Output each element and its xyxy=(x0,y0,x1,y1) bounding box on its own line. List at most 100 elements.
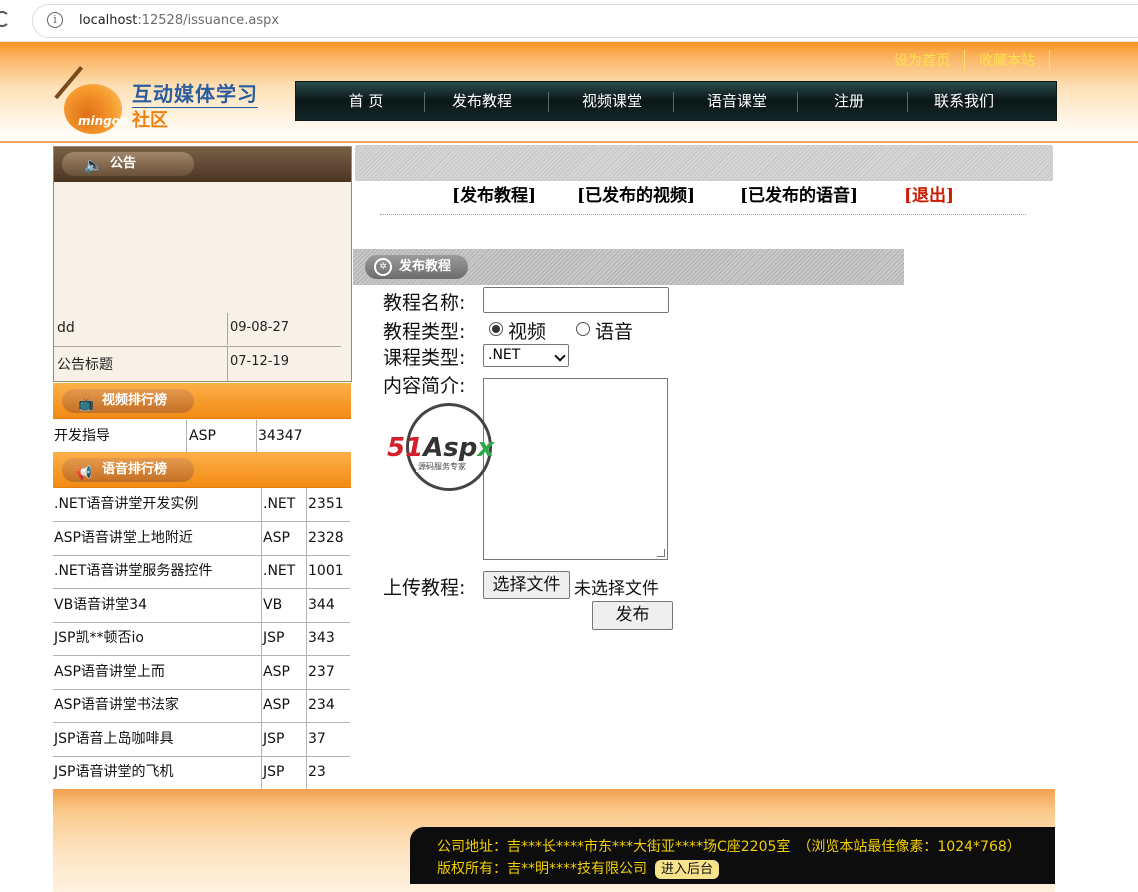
rank-name[interactable]: JSP语音讲堂的飞机 xyxy=(53,756,262,789)
publish-button[interactable]: 发布 xyxy=(592,601,673,630)
audio-rank-row[interactable]: VB语音讲堂34 VB 344 xyxy=(53,588,350,623)
nav-home[interactable]: 首 页 xyxy=(316,82,416,120)
audio-rank-header: 📢 语音排行榜 xyxy=(53,452,351,488)
audio-rank-title: 语音排行榜 xyxy=(102,462,168,477)
rank-type: .NET xyxy=(262,488,307,521)
logo-subtitle: 社区 xyxy=(132,110,168,131)
rank-name[interactable]: .NET语音讲堂服务器控件 xyxy=(53,555,262,588)
notice-item-title[interactable]: 公告标题 xyxy=(57,354,113,374)
publish-section-header: ✲ 发布教程 xyxy=(353,249,904,285)
nav-video-class[interactable]: 视频课堂 xyxy=(554,82,670,120)
nav-separator xyxy=(797,92,798,112)
speaker-icon: 🔈 xyxy=(84,156,103,174)
course-type-select[interactable]: .NET xyxy=(483,344,569,367)
url-host: localhost xyxy=(79,13,138,28)
notice-header: 🔈 公告 xyxy=(54,147,351,182)
info-icon[interactable]: i xyxy=(47,12,63,28)
rank-name[interactable]: ASP语音讲堂上而 xyxy=(53,655,262,689)
course-type-value: .NET xyxy=(488,347,521,363)
radio-video-label[interactable]: 视频 xyxy=(508,317,546,344)
audio-rank-row[interactable]: ASP语音讲堂上而 ASP 237 xyxy=(53,655,350,690)
footer-copyright: 版权所有：吉**明****技有限公司 xyxy=(437,861,647,877)
nav-publish[interactable]: 发布教程 xyxy=(432,82,532,120)
rank-name[interactable]: .NET语音讲堂开发实例 xyxy=(53,488,262,521)
tab-logout[interactable]: [退出] xyxy=(904,181,954,206)
watermark-51: 51 xyxy=(387,433,424,463)
radio-audio[interactable] xyxy=(576,322,590,336)
choose-file-button[interactable]: 选择文件 xyxy=(483,571,570,599)
reload-icon[interactable] xyxy=(0,11,10,27)
upload-label: 上传教程: xyxy=(383,577,466,599)
audio-rank-row[interactable]: .NET语音讲堂服务器控件 .NET 1001 xyxy=(53,555,350,589)
horn-icon: 📢 xyxy=(76,466,93,481)
rank-count: 234 xyxy=(308,697,335,713)
notice-item-date: 07-12-19 xyxy=(230,354,290,369)
rank-name[interactable]: ASP语音讲堂上地附近 xyxy=(53,521,262,555)
rank-count: 344 xyxy=(308,596,335,613)
rank-name[interactable]: VB语音讲堂34 xyxy=(53,588,262,622)
watermark-text: 51Aspx xyxy=(387,433,494,463)
notice-item-date: 09-08-27 xyxy=(230,320,290,335)
footer-address: 公司地址：吉***长****市东***大街亚****场C座2205室 （浏览本站… xyxy=(437,839,1021,855)
tutorial-type-label: 教程类型: xyxy=(383,321,466,343)
watermark-logo: 51Aspx 源码服务专家 xyxy=(384,403,514,493)
watermark-subtitle: 源码服务专家 xyxy=(416,461,468,472)
rank-type: JSP xyxy=(262,622,307,655)
rank-count: 343 xyxy=(308,630,335,646)
resize-handle-icon[interactable] xyxy=(657,549,665,557)
main-header-band xyxy=(355,145,1053,181)
tutorial-name-label: 教程名称: xyxy=(383,292,466,314)
notice-row[interactable]: 公告标题 07-12-19 xyxy=(54,347,351,381)
video-rank-header: 📺 视频排行榜 xyxy=(53,383,351,419)
top-links: 设为首页 收藏本站 xyxy=(880,50,1050,70)
tab-published-audio[interactable]: [已发布的语音] xyxy=(740,181,858,206)
rank-type: ASP xyxy=(187,420,257,453)
tabs-divider xyxy=(380,214,1026,215)
rank-type: ASP xyxy=(262,655,307,689)
watermark-asp: Asp xyxy=(423,433,478,463)
bookmark-link[interactable]: 收藏本站 xyxy=(965,50,1050,70)
watermark-x: x xyxy=(477,433,495,463)
nav-audio-class[interactable]: 语音课堂 xyxy=(680,82,794,120)
notice-divider xyxy=(227,313,228,345)
tutorial-name-input[interactable] xyxy=(483,287,669,313)
chevron-down-icon xyxy=(554,350,566,362)
file-status: 未选择文件 xyxy=(574,579,659,599)
nav-contact[interactable]: 联系我们 xyxy=(914,82,1014,120)
rank-type: VB xyxy=(262,588,307,622)
film-reel-icon: ✲ xyxy=(374,258,392,276)
admin-link[interactable]: 进入后台 xyxy=(655,860,720,879)
radio-audio-label[interactable]: 语音 xyxy=(595,317,633,344)
audio-rank-row[interactable]: JSP语音上岛咖啡具 JSP 37 xyxy=(53,722,350,757)
nav-register[interactable]: 注册 xyxy=(804,82,894,120)
notice-title: 公告 xyxy=(110,156,137,171)
audio-rank-row[interactable]: JSP凯**顿否io JSP 343 xyxy=(53,622,350,656)
rank-name[interactable]: JSP凯**顿否io xyxy=(53,622,262,655)
audio-rank-row[interactable]: ASP语音讲堂上地附近 ASP 2328 xyxy=(53,521,350,556)
notice-row[interactable]: dd 09-08-27 xyxy=(54,313,351,345)
tab-publish[interactable]: [发布教程] xyxy=(452,181,536,206)
audio-rank-row[interactable]: JSP语音讲堂的飞机 JSP 23 xyxy=(53,756,350,790)
set-homepage-link[interactable]: 设为首页 xyxy=(880,50,965,70)
logo-brand: mingoo xyxy=(78,114,129,128)
rank-name[interactable]: ASP语音讲堂书法家 xyxy=(53,689,262,722)
rank-name[interactable]: 开发指导 xyxy=(53,420,187,453)
notice-title-pill: 🔈 公告 xyxy=(62,152,194,176)
nav-separator xyxy=(424,92,425,112)
rank-count: 34347 xyxy=(258,428,303,444)
url-text[interactable]: localhost:12528/issuance.aspx xyxy=(79,13,279,28)
rank-count: 37 xyxy=(308,730,326,747)
video-rank-row[interactable]: 开发指导 ASP 34347 xyxy=(53,420,350,454)
audio-rank-row[interactable]: ASP语音讲堂书法家 ASP 234 xyxy=(53,689,350,723)
rank-name[interactable]: JSP语音上岛咖啡具 xyxy=(53,722,262,756)
logo-title: 互动媒体学习 xyxy=(132,78,258,108)
audio-rank-row[interactable]: .NET语音讲堂开发实例 .NET 2351 xyxy=(53,488,350,522)
audio-rank-title-pill: 📢 语音排行榜 xyxy=(62,458,194,482)
rank-type: JSP xyxy=(262,722,307,756)
site-logo[interactable]: mingoo 互动媒体学习 社区 xyxy=(54,66,292,136)
nav-separator xyxy=(907,92,908,112)
tab-published-videos[interactable]: [已发布的视频] xyxy=(577,181,695,206)
video-rank-title: 视频排行榜 xyxy=(102,393,168,408)
radio-video[interactable] xyxy=(489,322,503,336)
notice-item-title[interactable]: dd xyxy=(57,320,75,336)
